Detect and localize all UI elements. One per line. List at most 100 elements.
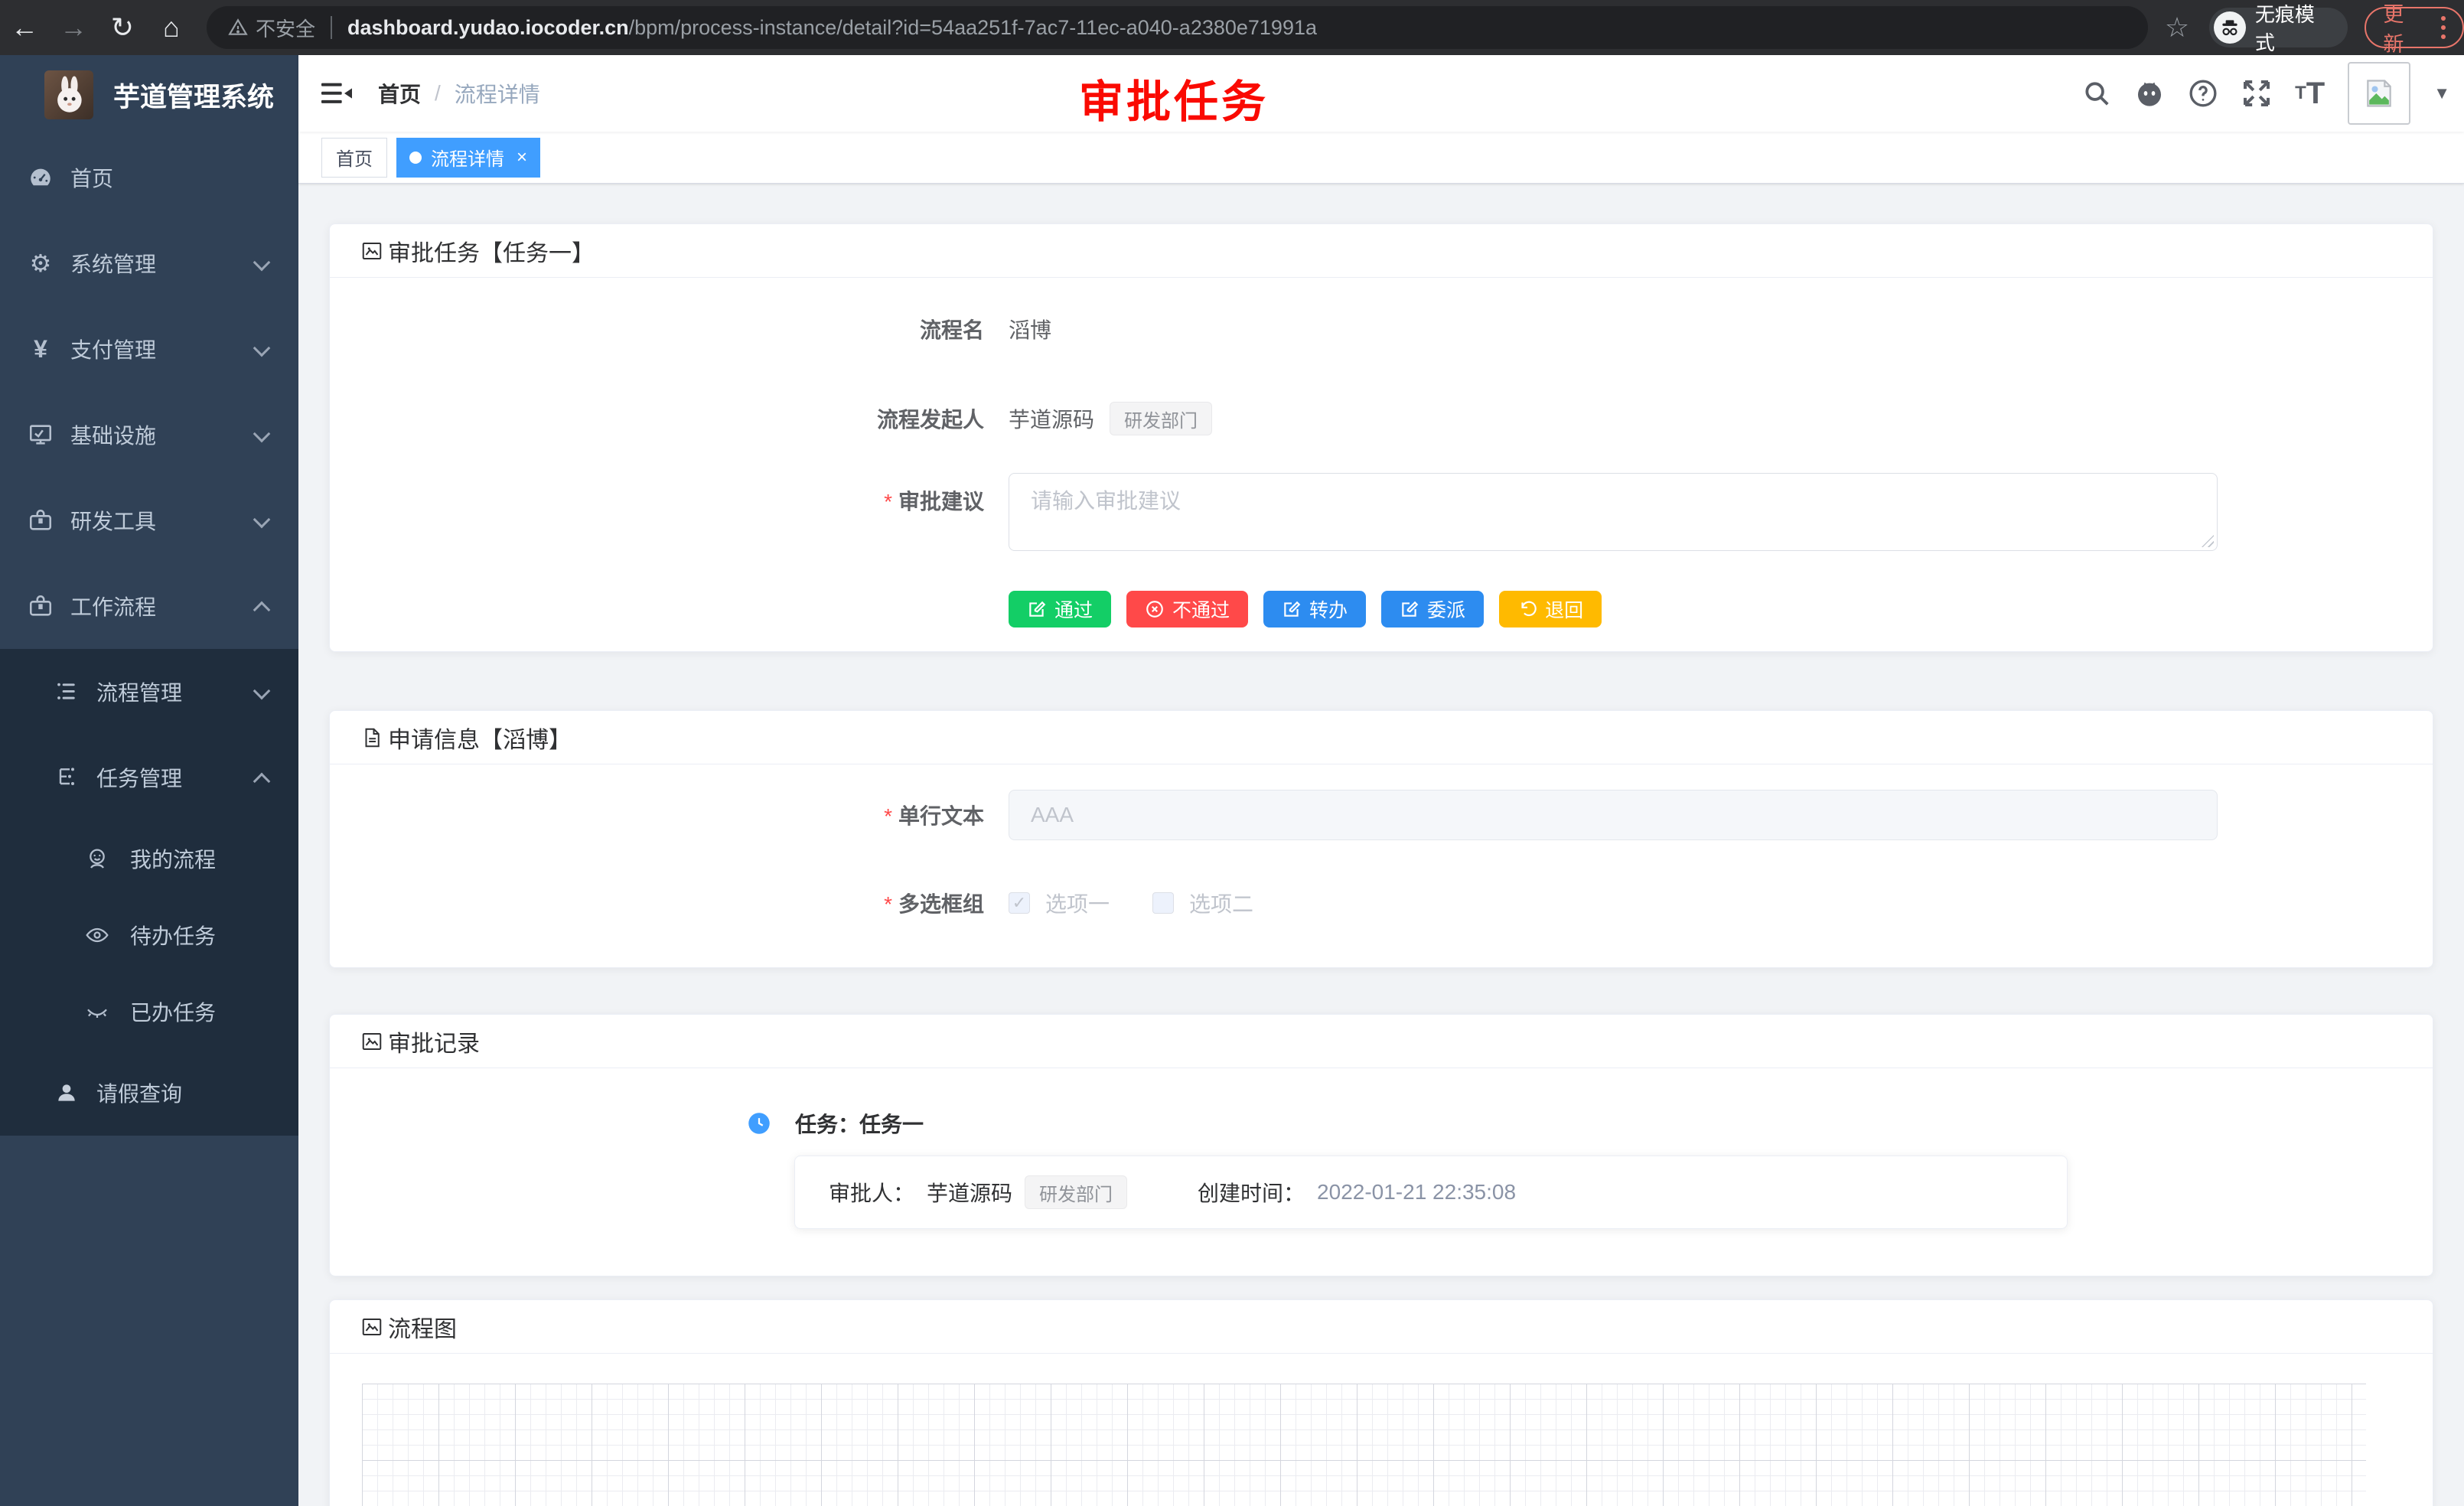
card-header: 审批记录 <box>330 1015 2433 1068</box>
update-button[interactable]: 更新 <box>2365 7 2464 48</box>
sidebar-item-label: 首页 <box>70 162 113 193</box>
eye-closed-icon <box>84 999 110 1025</box>
sidebar-item-home[interactable]: 首页 <box>0 135 298 220</box>
sidebar-item-leave-query[interactable]: 请假查询 <box>0 1050 298 1136</box>
reject-button[interactable]: 不通过 <box>1126 591 1248 628</box>
font-size-icon[interactable]: TT <box>2295 78 2325 109</box>
kebab-menu-icon[interactable] <box>2436 13 2450 42</box>
bpmn-canvas[interactable] <box>362 1384 2366 1506</box>
address-bar[interactable]: 不安全 dashboard.yudao.iocoder.cn/bpm/proce… <box>207 6 2148 49</box>
sidebar: 芋道管理系统 首页 ⚙ 系统管理 ¥ 支付管理 基础设施 <box>0 55 298 1506</box>
user-icon <box>54 1080 80 1106</box>
briefcase-icon <box>28 593 54 619</box>
form-row-initiator: 流程发起人 芋道源码 研发部门 <box>330 393 2433 444</box>
help-icon[interactable] <box>2188 78 2218 109</box>
dept-tag: 研发部门 <box>1025 1175 1127 1209</box>
checkbox-group: ✓ 选项一 选项二 <box>1009 888 1253 918</box>
sidebar-item-workflow[interactable]: 工作流程 <box>0 563 298 649</box>
avatar[interactable] <box>2348 62 2410 125</box>
chevron-up-icon <box>253 773 271 790</box>
approve-button[interactable]: 通过 <box>1009 591 1111 628</box>
field-label: 流程发起人 <box>330 403 984 434</box>
page: ← → ↻ ⌂ 不安全 dashboard.yudao.iocoder.cn/b… <box>0 0 2464 1506</box>
checkbox-option-2: 选项二 <box>1152 888 1253 918</box>
sidebar-item-label: 基础设施 <box>70 419 156 450</box>
clock-icon <box>748 1112 771 1135</box>
app-logo-row[interactable]: 芋道管理系统 <box>0 55 298 135</box>
update-label: 更新 <box>2383 0 2424 57</box>
tab-process-detail[interactable]: 流程详情 × <box>396 138 540 178</box>
suggestion-textarea[interactable]: 请输入审批建议 <box>1009 473 2218 551</box>
fullscreen-icon[interactable] <box>2241 78 2272 109</box>
list-icon <box>54 679 80 705</box>
transfer-button[interactable]: 转办 <box>1263 591 1366 628</box>
hamburger-icon[interactable] <box>321 80 352 106</box>
close-icon[interactable]: × <box>517 148 527 167</box>
workflow-submenu: 流程管理 任务管理 我的流程 待办任务 <box>0 649 298 1136</box>
dashboard-icon <box>28 165 54 191</box>
sidebar-item-system[interactable]: ⚙ 系统管理 <box>0 220 298 306</box>
approver-name: 芋道源码 <box>927 1177 1012 1208</box>
breadcrumb-home[interactable]: 首页 <box>378 78 421 109</box>
sidebar-item-label: 系统管理 <box>70 248 156 279</box>
checkbox-unchecked-icon <box>1152 892 1174 914</box>
warning-icon <box>228 18 248 37</box>
sidebar-item-todo-tasks[interactable]: 待办任务 <box>0 897 298 973</box>
navbar: 首页 / 流程详情 审批任务 TT <box>298 55 2464 132</box>
bookmark-star-icon[interactable]: ☆ <box>2165 11 2189 44</box>
document-icon <box>360 726 383 749</box>
annotation-label: 审批任务 <box>1079 66 1269 130</box>
return-button[interactable]: 退回 <box>1499 591 1602 628</box>
url-path: /bpm/process-instance/detail?id=54aa251f… <box>629 16 1317 39</box>
search-icon[interactable] <box>2082 79 2111 108</box>
chevron-down-icon <box>253 340 271 357</box>
sidebar-item-label: 研发工具 <box>70 505 156 536</box>
sidebar-item-payment[interactable]: ¥ 支付管理 <box>0 306 298 392</box>
checkbox-label: 选项一 <box>1045 888 1110 918</box>
required-asterisk: * <box>884 892 892 916</box>
field-value: 滔博 <box>1009 314 1051 344</box>
divider <box>331 16 332 39</box>
monitor-icon <box>28 422 54 448</box>
chevron-up-icon <box>253 601 271 619</box>
card-title: 申请信息【滔博】 <box>388 721 572 755</box>
sidebar-item-label: 流程管理 <box>96 676 182 707</box>
checkbox-option-1: ✓ 选项一 <box>1009 888 1110 918</box>
sidebar-item-task-mgmt[interactable]: 任务管理 <box>0 735 298 820</box>
breadcrumb: 首页 / 流程详情 <box>378 78 540 109</box>
chevron-down-icon <box>253 425 271 443</box>
back-icon[interactable]: ← <box>0 11 49 44</box>
sidebar-item-infra[interactable]: 基础设施 <box>0 392 298 478</box>
tree-icon <box>54 764 80 790</box>
delegate-button[interactable]: 委派 <box>1381 591 1484 628</box>
button-label: 委派 <box>1427 595 1465 623</box>
caret-down-icon[interactable]: ▼ <box>2433 83 2450 103</box>
sidebar-item-label: 我的流程 <box>130 843 216 874</box>
incognito-icon <box>2214 11 2246 44</box>
incognito-badge: 无痕模式 <box>2209 8 2348 47</box>
required-asterisk: * <box>884 804 892 828</box>
chevron-down-icon <box>253 683 271 700</box>
button-label: 退回 <box>1545 595 1583 623</box>
picture-icon <box>360 1030 383 1053</box>
forward-icon[interactable]: → <box>49 11 98 44</box>
card-title: 审批记录 <box>388 1025 480 1058</box>
flow-chart-card: 流程图 <box>329 1299 2433 1506</box>
site-security[interactable]: 不安全 <box>228 14 315 42</box>
input-value: AAA <box>1031 803 1074 827</box>
sidebar-item-process-mgmt[interactable]: 流程管理 <box>0 649 298 735</box>
breadcrumb-current: 流程详情 <box>455 78 540 109</box>
sidebar-item-devtools[interactable]: 研发工具 <box>0 478 298 563</box>
reload-icon[interactable]: ↻ <box>98 11 147 44</box>
home-icon[interactable]: ⌂ <box>147 11 196 44</box>
resize-grip-icon[interactable] <box>2202 535 2214 547</box>
button-label: 通过 <box>1054 595 1093 623</box>
sidebar-item-label: 支付管理 <box>70 334 156 364</box>
github-icon[interactable] <box>2134 78 2165 109</box>
dept-tag: 研发部门 <box>1110 402 1212 435</box>
url-text: dashboard.yudao.iocoder.cn/bpm/process-i… <box>347 16 1317 40</box>
sidebar-item-my-process[interactable]: 我的流程 <box>0 820 298 897</box>
tab-home[interactable]: 首页 <box>321 138 387 178</box>
sidebar-item-done-tasks[interactable]: 已办任务 <box>0 973 298 1050</box>
refresh-left-icon <box>1517 599 1537 619</box>
